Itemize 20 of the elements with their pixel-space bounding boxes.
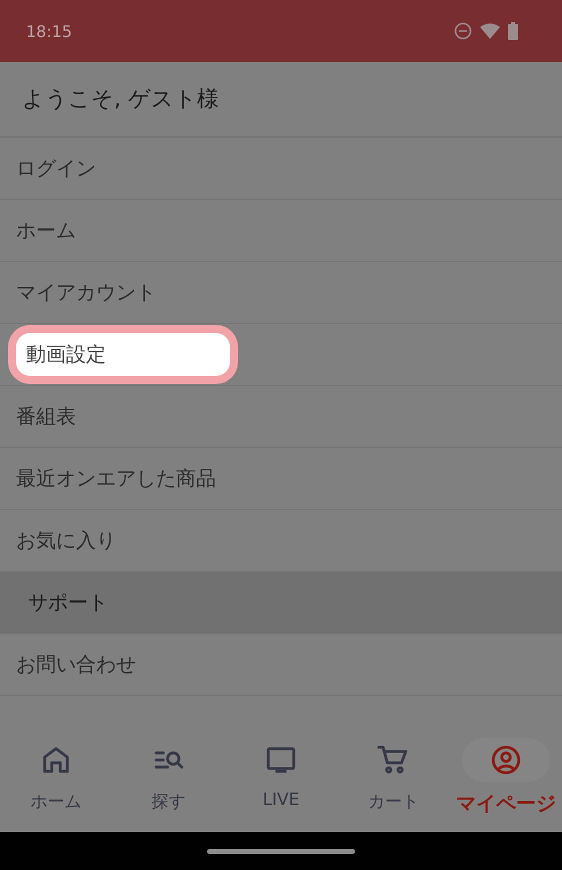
menu-item[interactable]: 最近オンエアした商品 [6,457,226,500]
nav-tab[interactable]: ホーム [0,730,112,832]
welcome-text: ようこそ, ゲスト様 [0,62,562,138]
nav-tab[interactable]: カート [337,730,450,832]
menu-item[interactable]: ログイン [6,147,106,190]
nav-tab[interactable]: 探す [112,730,225,832]
menu-item[interactable]: ホーム [6,209,86,252]
menu-item[interactable]: お気に入り [6,519,126,562]
menu-item[interactable]: お問い合わせ [6,643,146,686]
section-title: サポート [27,589,109,616]
nav-tab[interactable]: LIVE [224,730,338,832]
do-not-disturb-icon [454,22,472,40]
status-time: 18:15 [26,22,72,40]
wifi-icon [480,23,500,39]
battery-icon [508,22,518,40]
menu-item[interactable]: 動画設定 [16,333,230,376]
nav-tab[interactable]: マイページ [450,730,562,832]
menu-item[interactable]: 番組表 [6,395,86,438]
menu-item[interactable]: マイアカウント [6,271,166,314]
home-indicator[interactable] [207,848,355,854]
